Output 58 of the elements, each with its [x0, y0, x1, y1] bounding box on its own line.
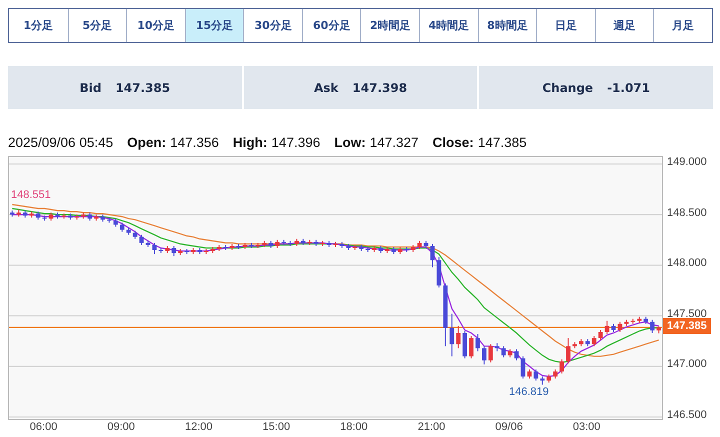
candlestick	[650, 319, 654, 334]
x-axis-label: 18:00	[339, 421, 369, 433]
quote-value: -1.071	[607, 80, 650, 94]
candlestick	[450, 313, 454, 357]
ohlc-label: Open:	[127, 134, 166, 150]
candlestick	[462, 330, 468, 359]
ohlc-label: Close:	[432, 134, 474, 150]
ohlc-value: 147.396	[271, 134, 320, 150]
y-axis-label: 148.000	[667, 257, 707, 270]
ohlc-value: 147.327	[370, 134, 419, 150]
ohlc-label: Low:	[334, 134, 366, 150]
quote-label: Change	[542, 80, 594, 94]
datetime-text: 2025/09/06 05:45	[8, 134, 114, 150]
candlestick	[566, 338, 570, 364]
y-axis-label: 146.500	[667, 409, 707, 421]
candlestick	[501, 346, 506, 358]
x-axis-label: 12:00	[184, 421, 214, 433]
candlestick	[514, 348, 519, 361]
y-axis-label: 148.500	[667, 206, 707, 219]
quote-label: Bid	[80, 80, 102, 94]
timeframe-tab[interactable]: 15分足	[184, 9, 244, 42]
y-axis-label: 149.000	[667, 156, 707, 168]
candlestick	[598, 329, 603, 341]
ohlc-value: 147.356	[170, 134, 219, 150]
candlestick	[456, 325, 461, 349]
ohlc-label: High:	[232, 134, 268, 150]
candlestick	[534, 368, 538, 382]
quote-value: 147.398	[352, 80, 408, 94]
x-axis-label: 03:00	[572, 421, 602, 433]
candlestick	[469, 336, 474, 359]
candlestick	[618, 321, 622, 332]
candlestick	[527, 368, 532, 380]
x-axis-label: 15:00	[262, 421, 292, 433]
candlestick	[482, 346, 486, 365]
x-axis-label: 06:00	[28, 421, 58, 433]
candlestick	[488, 344, 493, 363]
y-axis-label: 147.500	[667, 308, 707, 320]
quote-value: 147.385	[115, 80, 170, 94]
x-axis-label: 21:00	[416, 421, 446, 433]
candlestick	[120, 222, 124, 232]
candlestick	[152, 242, 157, 255]
y-axis-label: 147.000	[667, 358, 707, 370]
high-label: 148.551	[11, 189, 51, 201]
candlestick	[553, 368, 558, 380]
candlestick	[172, 245, 176, 257]
candlestick	[430, 243, 435, 268]
candlestick	[560, 358, 564, 374]
candlestick	[139, 234, 144, 246]
candlestick	[592, 336, 596, 347]
x-axis-label: 09:00	[106, 421, 136, 433]
candlestick	[476, 334, 480, 352]
last-price-tag: 147.385	[663, 318, 711, 334]
ohlc-value: 147.385	[478, 134, 527, 150]
candlestick	[520, 356, 526, 380]
quote-label: Ask	[314, 80, 338, 94]
low-label: 146.819	[509, 386, 549, 398]
candlestick	[604, 320, 610, 335]
x-axis-label: 09/06	[494, 421, 524, 433]
